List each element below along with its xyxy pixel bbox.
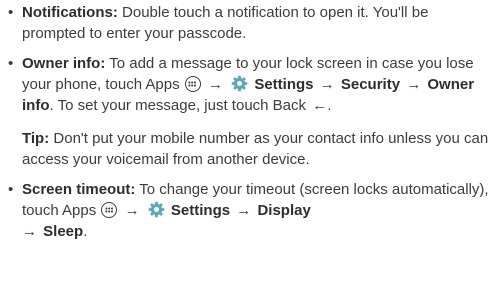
apps-icon: [184, 76, 201, 92]
bullet: •: [8, 55, 14, 72]
period: .: [327, 97, 332, 114]
list-item-notifications: • Notifications: Double touch a notifica…: [8, 2, 494, 44]
item-text: . To set your message, just touch Back: [49, 97, 307, 114]
arrow-icon: →: [406, 76, 422, 93]
back-arrow-icon: ←: [312, 97, 328, 114]
settings-label: Settings: [254, 76, 314, 93]
arrow-icon: →: [124, 202, 140, 219]
apps-icon: [101, 202, 118, 218]
settings-label: Settings: [170, 202, 231, 219]
tip-title: Tip:: [22, 130, 50, 147]
bullet: •: [8, 4, 14, 21]
arrow-icon: →: [22, 223, 37, 240]
arrow-icon: →: [207, 76, 223, 93]
arrow-icon: →: [236, 202, 252, 219]
item-title: Owner info:: [22, 55, 106, 72]
period: .: [83, 223, 88, 240]
item-title: Notifications:: [22, 4, 118, 21]
security-label: Security: [340, 76, 401, 93]
bullet: •: [8, 181, 14, 198]
settings-gear-icon: [148, 201, 165, 218]
tip-text: Don't put your mobile number as your con…: [22, 130, 489, 168]
item-title: Screen timeout:: [22, 181, 136, 198]
list-item-screen-timeout: • Screen timeout: To change your timeout…: [8, 179, 494, 242]
settings-gear-icon: [231, 75, 248, 92]
list-item-owner-info: • Owner info: To add a message to your l…: [8, 53, 494, 116]
sleep-label: Sleep: [43, 223, 84, 240]
arrow-icon: →: [319, 76, 335, 93]
display-label: Display: [257, 202, 311, 219]
instructions-page: • Notifications: Double touch a notifica…: [0, 0, 500, 289]
tip-paragraph: Tip: Don't put your mobile number as you…: [8, 128, 494, 170]
